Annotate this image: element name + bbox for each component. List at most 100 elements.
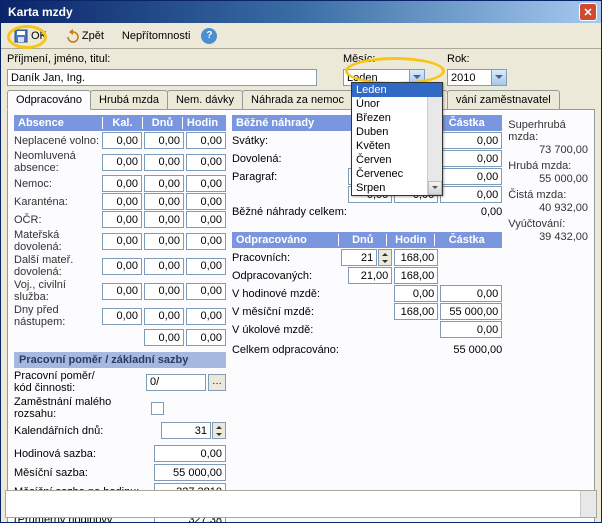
table-row: V úkolové mzdě: [232, 321, 502, 338]
abs-kal[interactable] [102, 175, 142, 192]
toolbar: OK Zpět Nepřítomnosti ? [1, 23, 601, 49]
tabs: Odpracováno Hrubá mzda Nem. dávky Náhrad… [7, 90, 595, 110]
abs-kal[interactable] [102, 283, 142, 300]
hod-mzda-castka[interactable] [440, 285, 502, 302]
abs-hod[interactable] [186, 283, 226, 300]
kal-dnu-input[interactable] [161, 422, 211, 439]
hod-mzda-hod[interactable] [394, 285, 438, 302]
abs-hod[interactable] [186, 233, 226, 250]
pomer-kod-input[interactable] [146, 374, 206, 391]
abs-dnu[interactable] [144, 175, 184, 192]
abs-kal[interactable] [102, 132, 142, 149]
back-label: Zpět [82, 30, 104, 42]
prac-hod[interactable] [394, 249, 438, 266]
prac-dnu-spinner[interactable] [378, 249, 392, 266]
table-row: OČR: [14, 211, 226, 228]
superhruba-value: 73 700,00 [508, 144, 588, 156]
abs-dnu[interactable] [144, 283, 184, 300]
table-row: V měsíční mzdě: [232, 303, 502, 320]
pomer-header: Pracovní poměr / základní sazby [14, 352, 226, 368]
abs-kal[interactable] [102, 211, 142, 228]
undo-icon [65, 29, 79, 43]
month-label: Měsíc: [343, 53, 425, 65]
browse-button[interactable]: … [208, 374, 226, 391]
tab-body: Absence Kal. Dnů Hodin Neplacené volno:N… [7, 110, 595, 523]
abs-dnu[interactable] [144, 258, 184, 275]
month-option[interactable]: Leden [352, 83, 442, 97]
abs-kal[interactable] [102, 193, 142, 210]
titlebar: Karta mzdy ✕ [1, 1, 601, 23]
kal-dnu-label: Kalendářních dnů: [14, 425, 161, 437]
odprac-total: Celkem odpracováno: 55 000,00 [232, 344, 502, 356]
scrollbar-vertical[interactable] [580, 491, 596, 517]
maly-rozsah-checkbox[interactable] [151, 402, 164, 415]
mes-mzda-hod[interactable] [394, 303, 438, 320]
absence-sum-dnu[interactable] [144, 329, 184, 346]
table-row: Další mateř. dovolená: [14, 254, 226, 278]
close-button[interactable]: ✕ [579, 3, 597, 21]
paragraf-castka[interactable] [440, 168, 502, 185]
abs-hod[interactable] [186, 154, 226, 171]
table-row: Pracovních: [232, 249, 502, 266]
table-row: V hodinové mzdě: [232, 285, 502, 302]
table-row: Mateřská dovolená: [14, 229, 226, 253]
abs-hod[interactable] [186, 193, 226, 210]
abs-hod[interactable] [186, 211, 226, 228]
year-select[interactable]: 2010 [447, 69, 507, 86]
abs-dnu[interactable] [144, 132, 184, 149]
abs-dnu[interactable] [144, 308, 184, 325]
name-label: Příjmení, jméno, titul: [7, 53, 110, 65]
abs-kal[interactable] [102, 233, 142, 250]
abs-dnu[interactable] [144, 233, 184, 250]
abs-dnu[interactable] [144, 211, 184, 228]
ok-button[interactable]: OK [7, 26, 54, 46]
month-dropdown[interactable]: LedenÚnorBřezenDubenKvětenČervenČervenec… [351, 82, 443, 196]
dropdown-scrollbar[interactable] [427, 97, 442, 195]
table-row: Neplacené volno: [14, 132, 226, 149]
absence-sum-hodin[interactable] [186, 329, 226, 346]
abs-kal[interactable] [102, 154, 142, 171]
abs-hod[interactable] [186, 258, 226, 275]
ok-label: OK [31, 30, 47, 42]
abs-hod[interactable] [186, 132, 226, 149]
cista-label: Čistá mzda: [508, 189, 588, 201]
mes-sazba-input[interactable] [154, 464, 226, 481]
abs-hod[interactable] [186, 308, 226, 325]
tab-vani-zamestnavatel[interactable]: vání zaměstnavatel [447, 90, 560, 109]
status-bar [5, 490, 597, 518]
table-row: Nemoc: [14, 175, 226, 192]
absences-button[interactable]: Nepřítomnosti [115, 27, 197, 45]
absences-label: Nepřítomnosti [122, 30, 190, 42]
vyuct-label: Vyúčtování: [508, 218, 588, 230]
svatky-castka[interactable] [440, 132, 502, 149]
ukol-mzda-castka[interactable] [440, 321, 502, 338]
tab-odpracovano[interactable]: Odpracováno [7, 90, 91, 110]
table-row: Neomluvená absence: [14, 150, 226, 174]
help-button[interactable]: ? [201, 28, 217, 44]
vyuct-value: 39 432,00 [508, 231, 588, 243]
tab-hruba-mzda[interactable]: Hrubá mzda [90, 90, 168, 109]
scroll-down-icon[interactable] [428, 181, 442, 195]
back-button[interactable]: Zpět [58, 26, 111, 46]
window-title: Karta mzdy [5, 5, 579, 19]
abs-dnu[interactable] [144, 193, 184, 210]
nahrady-total: Běžné náhrady celkem: 0,00 [232, 206, 502, 218]
abs-kal[interactable] [102, 258, 142, 275]
odprac-hod[interactable] [394, 267, 438, 284]
tab-nem-davky[interactable]: Nem. dávky [167, 90, 243, 109]
prac-dnu[interactable] [341, 249, 377, 266]
abs-kal[interactable] [102, 308, 142, 325]
name-input[interactable] [7, 69, 317, 86]
kal-dnu-spinner[interactable] [212, 422, 226, 439]
odprac-header: Odpracováno Dnů Hodin Částka [232, 232, 502, 248]
abs-dnu[interactable] [144, 154, 184, 171]
odprac-dnu[interactable] [348, 267, 392, 284]
tab-nahrada-nemoc[interactable]: Náhrada za nemoc [242, 90, 353, 109]
content: Příjmení, jméno, titul: Měsíc: Rok: Lede… [1, 49, 601, 523]
abs-hod[interactable] [186, 175, 226, 192]
mes-mzda-castka[interactable] [440, 303, 502, 320]
superhruba-label: Superhrubá mzda: [508, 119, 588, 143]
hod-sazba-input[interactable] [154, 445, 226, 462]
nahrady-sum-c[interactable] [440, 186, 502, 203]
dovolena-castka[interactable] [440, 150, 502, 167]
